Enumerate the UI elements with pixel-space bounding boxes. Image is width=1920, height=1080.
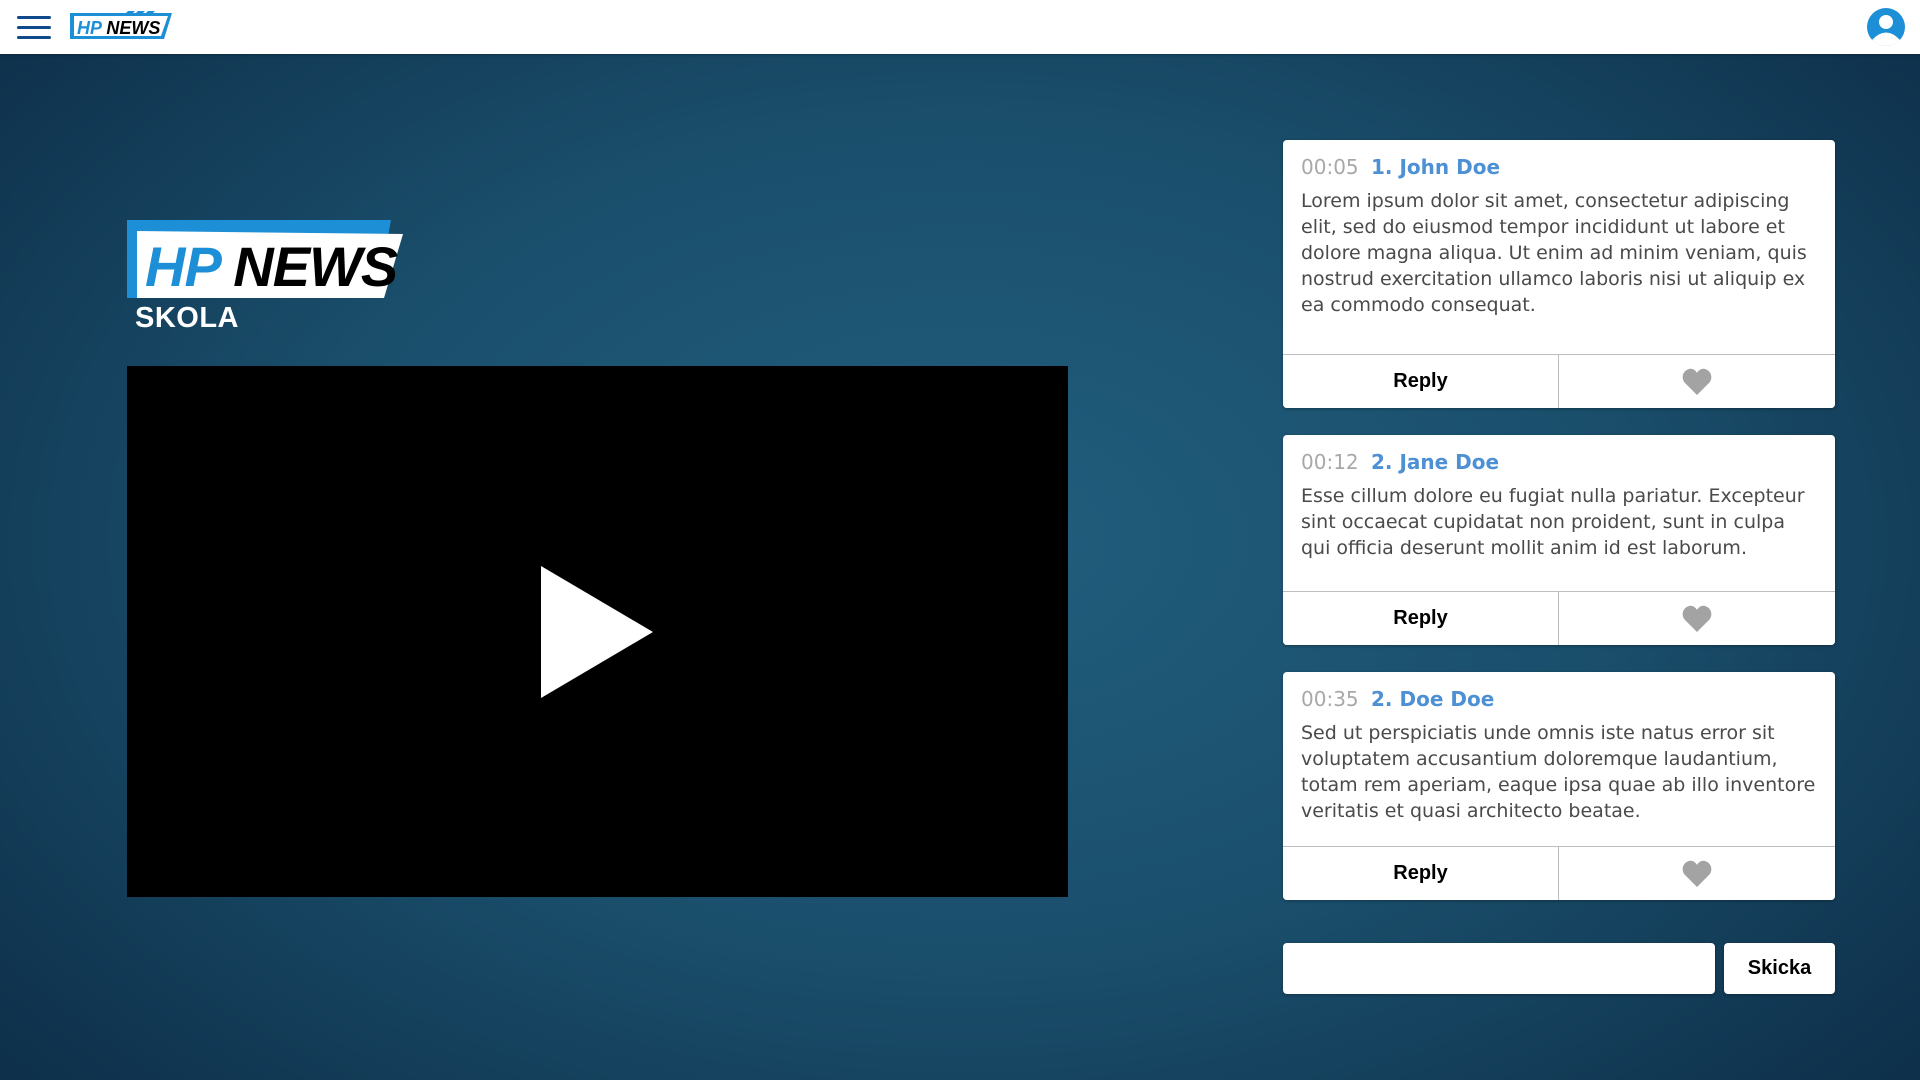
like-button[interactable] (1559, 847, 1835, 900)
heart-icon (1682, 605, 1712, 632)
comment-timestamp[interactable]: 00:12 (1301, 450, 1359, 474)
reply-button[interactable]: Reply (1283, 592, 1559, 645)
comment-timestamp[interactable]: 00:35 (1301, 687, 1359, 711)
reply-button[interactable]: Reply (1283, 847, 1559, 900)
comment-author[interactable]: 2. Doe Doe (1371, 687, 1494, 711)
comment-author[interactable]: 1. John Doe (1371, 155, 1500, 179)
comment-author[interactable]: 2. Jane Doe (1371, 450, 1499, 474)
comment-input[interactable] (1283, 943, 1715, 994)
show-logo: HP NEWS (127, 220, 403, 298)
top-bar: HP NEWS (0, 0, 1920, 54)
send-button[interactable]: Skicka (1724, 943, 1835, 994)
svg-text:HP NEWS: HP NEWS (145, 235, 398, 298)
hamburger-menu-icon[interactable] (17, 15, 51, 41)
heart-icon (1682, 860, 1712, 887)
comment-timestamp[interactable]: 00:05 (1301, 155, 1359, 179)
video-player[interactable] (127, 366, 1068, 897)
comment-actions: Reply (1283, 846, 1835, 900)
logo-hp-text: HP (77, 18, 103, 38)
reply-button[interactable]: Reply (1283, 355, 1559, 408)
comment-actions: Reply (1283, 354, 1835, 408)
comment-text: Sed ut perspiciatis unde omnis iste natu… (1301, 722, 1816, 822)
like-button[interactable] (1559, 592, 1835, 645)
play-icon[interactable] (541, 566, 653, 698)
comment-card: 00:35 2. Doe Doe Sed ut perspiciatis und… (1283, 672, 1835, 900)
user-avatar-icon[interactable] (1866, 7, 1906, 47)
svg-text:HP NEWS: HP NEWS (77, 18, 160, 38)
heart-icon (1682, 368, 1712, 395)
logo-news-text: NEWS (106, 18, 160, 38)
comment-card: 00:12 2. Jane Doe Esse cillum dolore eu … (1283, 435, 1835, 645)
like-button[interactable] (1559, 355, 1835, 408)
comment-actions: Reply (1283, 591, 1835, 645)
comment-card: 00:05 1. John Doe Lorem ipsum dolor sit … (1283, 140, 1835, 408)
comment-text: Esse cillum dolore eu fugiat nulla paria… (1301, 485, 1805, 559)
show-subtitle: SKOLA (135, 302, 239, 334)
comment-text: Lorem ipsum dolor sit amet, consectetur … (1301, 190, 1807, 316)
hp-news-logo[interactable]: HP NEWS (68, 11, 178, 41)
